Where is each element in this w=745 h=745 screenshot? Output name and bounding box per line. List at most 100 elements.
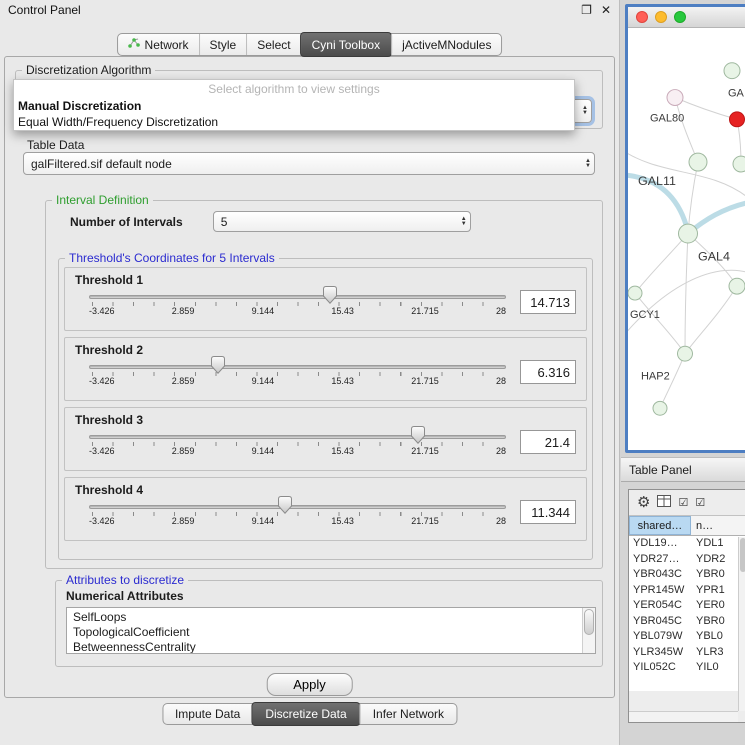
bottom-tab-bar: Impute Data Discretize Data Infer Networ… bbox=[162, 703, 457, 725]
thresholds-legend: Threshold's Coordinates for 5 Intervals bbox=[65, 251, 279, 265]
attributes-legend: Attributes to discretize bbox=[62, 573, 188, 587]
column-header-name[interactable]: n… bbox=[691, 516, 745, 535]
network-node[interactable] bbox=[679, 224, 698, 243]
select-check-icon[interactable]: ☑ bbox=[695, 496, 705, 509]
table-row[interactable]: YBR043CYBR0 bbox=[629, 567, 745, 583]
table-vertical-scrollbar[interactable] bbox=[738, 537, 745, 711]
table-row[interactable]: YPR145WYPR1 bbox=[629, 583, 745, 599]
panel-title: Control Panel bbox=[8, 3, 81, 17]
float-window-icon[interactable]: ❐ bbox=[581, 3, 592, 17]
network-node[interactable] bbox=[667, 90, 683, 106]
close-icon[interactable]: ✕ bbox=[601, 3, 611, 17]
thresholds-group: Threshold's Coordinates for 5 Intervals … bbox=[58, 251, 593, 560]
network-canvas[interactable]: GAL80 GA GAL11 GAL4 GCY1 HAP2 bbox=[628, 28, 745, 450]
dropdown-option-equal-width[interactable]: Equal Width/Frequency Discretization bbox=[14, 114, 574, 130]
network-node[interactable] bbox=[729, 278, 745, 294]
table-row[interactable]: YBL079WYBL0 bbox=[629, 629, 745, 645]
close-traffic-light[interactable] bbox=[636, 11, 648, 23]
network-node[interactable] bbox=[678, 346, 693, 361]
table-row[interactable]: YDL19…YDL1 bbox=[629, 536, 745, 552]
network-icon bbox=[128, 37, 140, 52]
numerical-attributes-list: SelfLoops TopologicalCoefficient Between… bbox=[66, 607, 596, 654]
dropdown-option-manual-discretization[interactable]: Manual Discretization bbox=[14, 98, 574, 114]
network-node[interactable] bbox=[628, 286, 642, 300]
threshold-1-label: Threshold 1 bbox=[65, 268, 586, 287]
table-row[interactable]: YLR345WYLR3 bbox=[629, 645, 745, 661]
network-node[interactable] bbox=[653, 401, 667, 415]
tab-style[interactable]: Style bbox=[199, 34, 247, 55]
table-horizontal-scrollbar[interactable] bbox=[629, 711, 738, 722]
dropdown-placeholder: Select algorithm to view settings bbox=[14, 80, 574, 98]
list-scrollbar[interactable] bbox=[582, 608, 595, 653]
table-body: YDL19…YDL1 YDR27…YDR2 YBR043CYBR0 YPR145… bbox=[629, 536, 745, 691]
tab-label: jActiveMNodules bbox=[402, 38, 491, 52]
network-window-titlebar bbox=[628, 7, 745, 28]
number-of-intervals-select[interactable]: 5 ▲▼ bbox=[213, 211, 471, 232]
tab-network[interactable]: Network bbox=[118, 34, 199, 55]
table-panel-window: ⚙ ☑ ☑ shared… n… YDL19…YDL1 YDR27…YDR2 Y… bbox=[628, 489, 745, 723]
stepper-down-icon: ▼ bbox=[582, 111, 588, 116]
control-panel: Control Panel ❐ ✕ Network Style Select C… bbox=[0, 0, 620, 745]
tab-cyni-toolbox[interactable]: Cyni Toolbox bbox=[300, 32, 392, 57]
threshold-1-field[interactable]: 14.713 bbox=[520, 290, 576, 314]
stepper-down-icon: ▼ bbox=[461, 222, 467, 227]
network-node[interactable] bbox=[733, 156, 745, 172]
threshold-4-slider[interactable]: -3.4262.8599.14415.4321.71528 bbox=[89, 499, 506, 529]
tab-select[interactable]: Select bbox=[246, 34, 300, 55]
interval-definition-legend: Interval Definition bbox=[52, 193, 153, 207]
network-node[interactable] bbox=[689, 153, 707, 171]
list-item[interactable]: SelfLoops bbox=[73, 610, 579, 625]
stepper-down-icon: ▼ bbox=[585, 164, 591, 169]
slider-scale: -3.4262.8599.14415.4321.71528 bbox=[89, 306, 506, 316]
list-item[interactable]: TopologicalCoefficient bbox=[73, 625, 579, 640]
cyni-toolbox-panel: Discretization Algorithm ▲▼ Select algor… bbox=[4, 56, 615, 698]
table-row[interactable]: YBR045CYBR0 bbox=[629, 614, 745, 630]
tab-label: Cyni Toolbox bbox=[312, 38, 380, 52]
threshold-3-block: Threshold 3 -3.4262.8599.14415.4321.7152… bbox=[64, 407, 587, 471]
table-row[interactable]: YDR27…YDR2 bbox=[629, 552, 745, 568]
column-header-shared-name[interactable]: shared… bbox=[629, 516, 691, 535]
interval-definition-group: Interval Definition Number of Intervals … bbox=[45, 193, 603, 569]
control-panel-titlebar: Control Panel ❐ ✕ bbox=[0, 0, 619, 20]
tab-impute-data[interactable]: Impute Data bbox=[163, 704, 252, 724]
table-data-value: galFiltered.sif default node bbox=[31, 157, 172, 171]
apply-button[interactable]: Apply bbox=[266, 673, 353, 696]
threshold-3-slider[interactable]: -3.4262.8599.14415.4321.71528 bbox=[89, 429, 506, 459]
threshold-4-block: Threshold 4 -3.4262.8599.14415.4321.7152… bbox=[64, 477, 587, 541]
threshold-2-field[interactable]: 6.316 bbox=[520, 360, 576, 384]
table-data-select[interactable]: galFiltered.sif default node ▲▼ bbox=[23, 152, 595, 175]
node-label: GA bbox=[728, 88, 745, 100]
tab-discretize-data[interactable]: Discretize Data bbox=[251, 702, 360, 726]
threshold-1-block: Threshold 1 -3.4262.8599.14415.4321.7152… bbox=[64, 267, 587, 331]
select-all-icon[interactable]: ☑ bbox=[678, 496, 688, 509]
table-toolbar: ⚙ ☑ ☑ bbox=[629, 490, 745, 516]
threshold-3-field[interactable]: 21.4 bbox=[520, 430, 576, 454]
slider-scale: -3.4262.8599.14415.4321.71528 bbox=[89, 376, 506, 386]
threshold-2-slider[interactable]: -3.4262.8599.14415.4321.71528 bbox=[89, 359, 506, 389]
attributes-group: Attributes to discretize Numerical Attri… bbox=[55, 573, 603, 667]
threshold-1-slider[interactable]: -3.4262.8599.14415.4321.71528 bbox=[89, 289, 506, 319]
network-node[interactable] bbox=[730, 112, 745, 127]
network-node[interactable] bbox=[724, 63, 740, 79]
tab-jactivemnodules[interactable]: jActiveMNodules bbox=[391, 34, 501, 55]
tab-infer-network[interactable]: Infer Network bbox=[360, 704, 456, 724]
minimize-traffic-light[interactable] bbox=[655, 11, 667, 23]
node-label: GCY1 bbox=[630, 309, 660, 321]
top-tab-bar: Network Style Select Cyni Toolbox jActiv… bbox=[117, 33, 503, 56]
scrollbar-thumb[interactable] bbox=[740, 538, 745, 572]
node-label: GAL4 bbox=[698, 249, 730, 263]
table-columns-icon[interactable] bbox=[657, 495, 671, 510]
slider-track bbox=[89, 295, 506, 299]
list-item[interactable]: BetweennessCentrality bbox=[73, 640, 579, 654]
threshold-4-label: Threshold 4 bbox=[65, 478, 586, 497]
table-row[interactable]: YIL052CYIL0 bbox=[629, 660, 745, 676]
scrollbar-thumb[interactable] bbox=[584, 609, 594, 635]
zoom-traffic-light[interactable] bbox=[674, 11, 686, 23]
slider-track bbox=[89, 435, 506, 439]
table-row[interactable]: YER054CYER0 bbox=[629, 598, 745, 614]
tab-label: Network bbox=[145, 38, 189, 52]
number-of-intervals-label: Number of Intervals bbox=[70, 215, 183, 229]
threshold-3-label: Threshold 3 bbox=[65, 408, 586, 427]
gear-icon[interactable]: ⚙ bbox=[637, 495, 650, 510]
threshold-4-field[interactable]: 11.344 bbox=[520, 500, 576, 524]
